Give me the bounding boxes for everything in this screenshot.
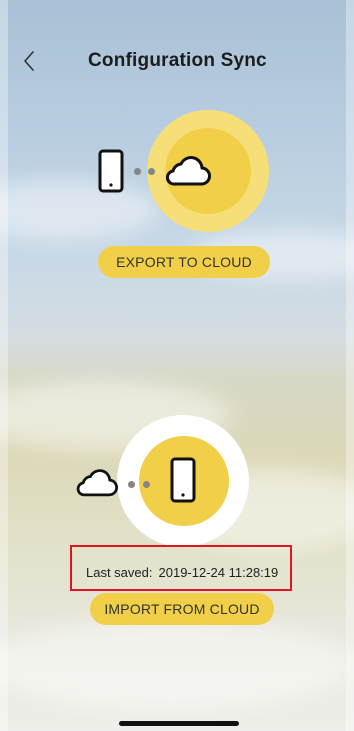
screen-edge-right bbox=[346, 0, 354, 731]
cloud-icon bbox=[76, 469, 118, 497]
chevron-left-icon bbox=[24, 51, 34, 71]
phone-icon bbox=[98, 149, 124, 193]
last-saved-status: Last saved: 2019-12-24 11:28:19 bbox=[86, 565, 278, 580]
phone-icon bbox=[170, 457, 196, 503]
cloud-icon bbox=[166, 156, 211, 186]
configuration-sync-screen: Configuration Sync EXPORT TO CLOUD Last … bbox=[0, 0, 354, 731]
background-cloud bbox=[0, 620, 354, 710]
last-saved-timestamp: 2019-12-24 11:28:19 bbox=[158, 565, 279, 580]
sync-dot bbox=[134, 168, 141, 175]
home-indicator[interactable] bbox=[119, 721, 239, 726]
sync-dot bbox=[143, 481, 150, 488]
header-bar: Configuration Sync bbox=[0, 40, 354, 84]
screen-edge-left bbox=[0, 0, 8, 731]
background-cloud bbox=[0, 180, 160, 240]
sync-dot bbox=[128, 481, 135, 488]
sync-dot bbox=[148, 168, 155, 175]
import-from-cloud-button[interactable]: IMPORT FROM CLOUD bbox=[90, 593, 274, 625]
page-title: Configuration Sync bbox=[88, 50, 267, 71]
back-button[interactable] bbox=[14, 46, 44, 76]
last-saved-label: Last saved: bbox=[86, 565, 153, 580]
export-to-cloud-button[interactable]: EXPORT TO CLOUD bbox=[98, 246, 270, 278]
